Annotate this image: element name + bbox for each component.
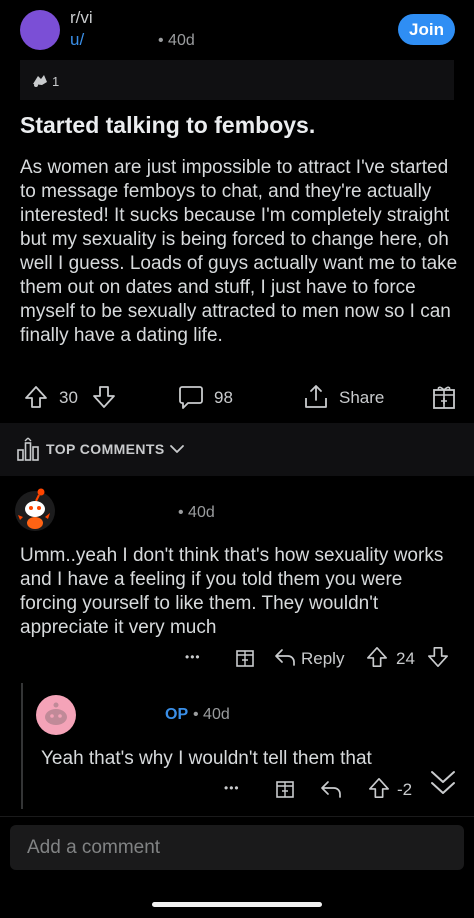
op-avatar[interactable] [36, 695, 76, 735]
share-button[interactable]: Share [339, 388, 384, 408]
subreddit-avatar[interactable] [20, 10, 60, 50]
comment-icon[interactable] [178, 384, 204, 410]
comment-time: • 40d [178, 504, 215, 521]
reply-text: Yeah that's why I wouldn't tell them tha… [41, 748, 372, 769]
reply-time: • 40d [193, 706, 230, 723]
post-body: As women are just impossible to attract … [20, 157, 458, 346]
reply-icon[interactable] [274, 647, 296, 667]
award-count: 1 [52, 74, 60, 89]
award-bar[interactable] [20, 60, 454, 100]
collapse-icon[interactable] [428, 768, 458, 800]
share-icon[interactable] [303, 384, 329, 410]
thread-line[interactable] [21, 683, 23, 809]
award-icon [33, 75, 47, 87]
more-options-button[interactable]: ••• [224, 781, 240, 795]
add-comment-input[interactable]: Add a comment [10, 825, 464, 870]
post-vote-count: 30 [59, 388, 78, 407]
chevron-down-icon[interactable] [170, 444, 184, 454]
upvote-icon[interactable] [24, 385, 48, 409]
comment-text: Umm..yeah I don't think that's how sexua… [20, 545, 444, 638]
gift-icon[interactable] [275, 777, 295, 799]
gift-icon[interactable] [235, 646, 255, 668]
reply-vote-count: -2 [397, 780, 413, 799]
subreddit-name[interactable]: r/vi [70, 8, 93, 28]
home-indicator [152, 902, 322, 907]
post-comment-count[interactable]: 98 [214, 388, 233, 408]
comment-vote-count: 24 [396, 649, 415, 668]
reply-icon[interactable] [320, 779, 342, 799]
gift-icon[interactable] [432, 384, 456, 410]
bottom-divider [0, 816, 474, 817]
upvote-icon[interactable] [368, 777, 390, 799]
upvote-icon[interactable] [366, 646, 388, 668]
post-title: Started talking to femboys. [20, 112, 316, 138]
downvote-icon[interactable] [427, 646, 449, 668]
downvote-icon[interactable] [92, 385, 116, 409]
commenter-avatar[interactable] [12, 487, 56, 533]
reply-button[interactable]: Reply [301, 649, 344, 669]
post-time: • 40d [158, 32, 195, 49]
join-button[interactable]: Join [398, 14, 455, 45]
top-comments-icon [17, 437, 39, 461]
post-author[interactable]: u/ [70, 30, 84, 50]
op-badge: OP [165, 706, 189, 723]
more-options-button[interactable]: ••• [185, 650, 201, 664]
top-comments-label[interactable]: TOP COMMENTS [46, 441, 165, 457]
